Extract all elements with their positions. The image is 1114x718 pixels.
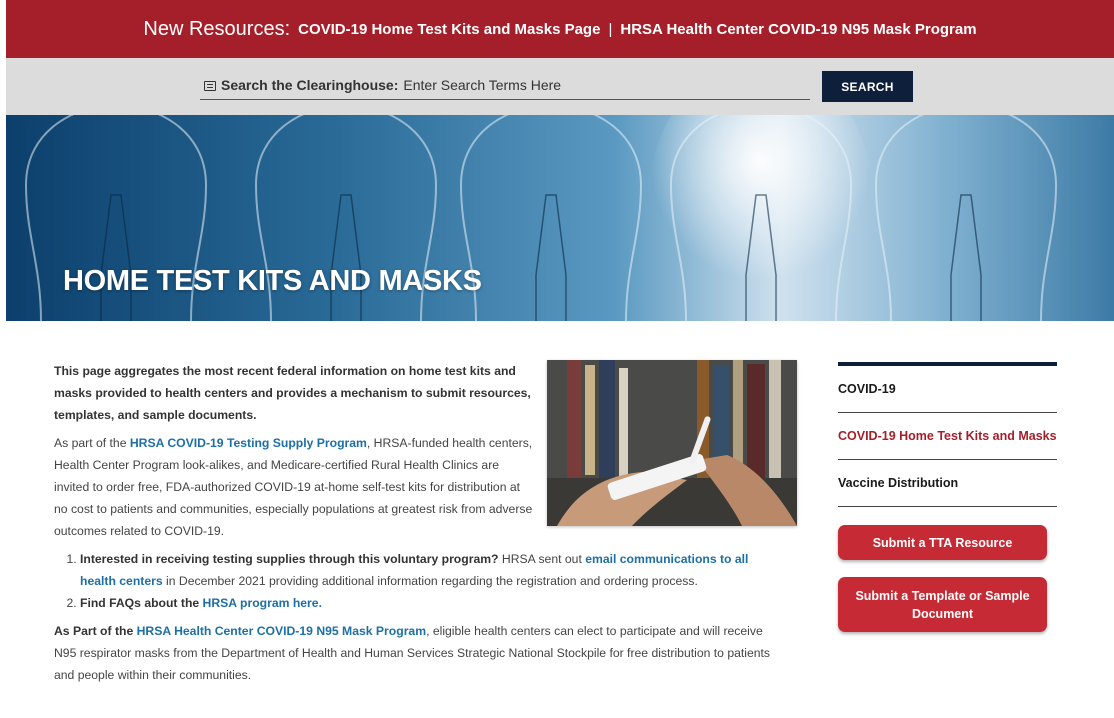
n95-mask-program-link[interactable]: HRSA Health Center COVID-19 N95 Mask Pro… xyxy=(620,21,976,38)
sidebar-item-covid19[interactable]: COVID-19 xyxy=(838,366,1057,413)
search-label: Search the Clearinghouse: xyxy=(221,76,399,93)
info-list: Interested in receiving testing supplies… xyxy=(54,548,784,614)
announcement-separator: | xyxy=(608,20,613,38)
search-placeholder: Enter Search Terms Here xyxy=(403,76,562,93)
search-bar: Search the Clearinghouse: Enter Search T… xyxy=(6,58,1114,115)
message-icon xyxy=(204,80,216,91)
text-span: As Part of the xyxy=(54,624,137,638)
sidebar: COVID-19 COVID-19 Home Test Kits and Mas… xyxy=(838,362,1057,632)
announcement-banner: New Resources: COVID-19 Home Test Kits a… xyxy=(6,0,1114,58)
list-question: Interested in receiving testing supplies… xyxy=(80,552,499,566)
hero-banner: HOME TEST KITS AND MASKS xyxy=(6,115,1114,321)
testing-program-paragraph: As part of the HRSA COVID-19 Testing Sup… xyxy=(54,432,534,542)
list-item: Interested in receiving testing supplies… xyxy=(80,548,784,592)
mask-program-paragraph: As Part of the HRSA Health Center COVID-… xyxy=(54,620,784,686)
search-button[interactable]: SEARCH xyxy=(822,71,913,102)
n95-program-content-link[interactable]: HRSA Health Center COVID-19 N95 Mask Pro… xyxy=(137,624,426,638)
search-input[interactable]: Search the Clearinghouse: Enter Search T… xyxy=(200,70,810,100)
test-kit-photo xyxy=(547,360,797,526)
announcement-lead: New Resources: xyxy=(143,17,291,40)
sidebar-item-home-test-kits[interactable]: COVID-19 Home Test Kits and Masks xyxy=(838,413,1057,460)
sidebar-item-vaccine-distribution[interactable]: Vaccine Distribution xyxy=(838,460,1057,507)
list-item: Find FAQs about the HRSA program here. xyxy=(80,592,784,614)
home-test-kits-link[interactable]: COVID-19 Home Test Kits and Masks Page xyxy=(298,21,600,38)
intro-paragraph: This page aggregates the most recent fed… xyxy=(54,364,531,422)
text-span: , HRSA-funded health centers, Health Cen… xyxy=(54,436,533,538)
submit-template-button[interactable]: Submit a Template or Sample Document xyxy=(838,577,1047,632)
text-span: in December 2021 providing additional in… xyxy=(162,574,698,588)
list-question: Find FAQs about the xyxy=(80,596,203,610)
testing-supply-program-link[interactable]: HRSA COVID-19 Testing Supply Program xyxy=(130,436,367,450)
text-span: As part of the xyxy=(54,436,130,450)
faq-link[interactable]: HRSA program here. xyxy=(203,596,322,610)
submit-tta-resource-button[interactable]: Submit a TTA Resource xyxy=(838,525,1047,560)
text-span: HRSA sent out xyxy=(498,552,586,566)
page-title: HOME TEST KITS AND MASKS xyxy=(63,265,482,297)
